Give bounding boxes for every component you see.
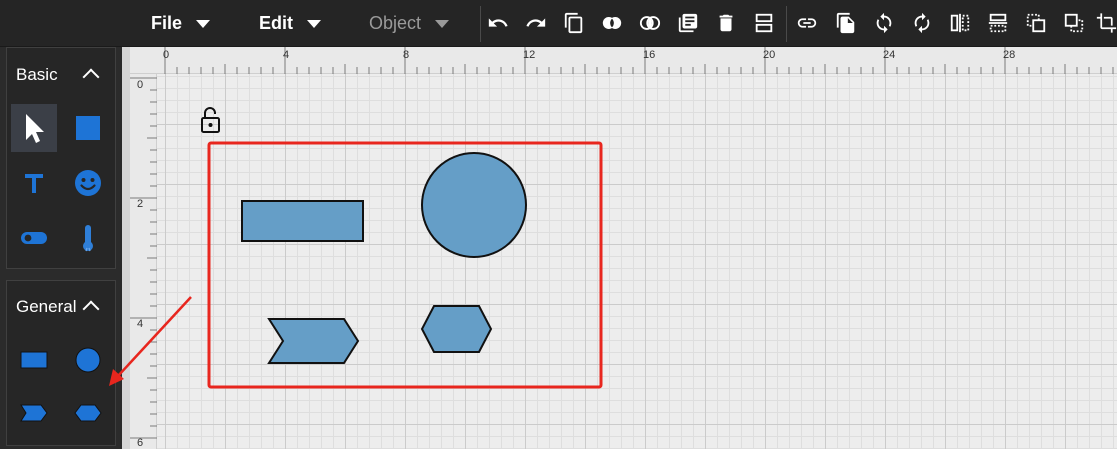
crop-button[interactable] xyxy=(1096,9,1117,37)
align-button[interactable] xyxy=(750,9,778,37)
ruler-ticks xyxy=(164,47,1114,74)
vertical-ruler: 0 2 4 6 xyxy=(130,74,157,449)
edit-menu-label: Edit xyxy=(259,13,293,33)
copy-button[interactable] xyxy=(560,9,588,37)
circle-shape-tool[interactable] xyxy=(65,336,111,384)
ruler-ticks xyxy=(130,77,157,439)
rectangle-icon xyxy=(20,351,48,369)
undo-button[interactable] xyxy=(484,9,512,37)
rotate-cw-button[interactable] xyxy=(870,9,898,37)
delete-icon xyxy=(719,14,733,32)
rectangle-shape-tool[interactable] xyxy=(11,336,57,384)
file-menu-label: File xyxy=(151,13,183,33)
chevron-up-icon[interactable] xyxy=(82,68,100,86)
toolbar-divider xyxy=(480,6,481,42)
toggle-tool[interactable] xyxy=(11,214,57,262)
ruler-label: 24 xyxy=(883,49,896,61)
chevron-shape-icon xyxy=(20,404,48,422)
link-icon xyxy=(797,18,817,28)
hexagon-icon xyxy=(74,404,102,422)
paste-button[interactable] xyxy=(674,9,702,37)
pointer-tool[interactable] xyxy=(11,104,57,152)
redo-button[interactable] xyxy=(522,9,550,37)
crop-icon xyxy=(1096,13,1117,33)
duplicate-button[interactable] xyxy=(832,9,860,37)
ruler-label: 0 xyxy=(163,49,170,61)
ruler-label: 6 xyxy=(137,437,144,449)
ruler-label: 20 xyxy=(763,49,776,61)
chevron-down-icon xyxy=(435,19,450,28)
chevron-shape-tool[interactable] xyxy=(11,389,57,437)
ruler-label: 4 xyxy=(137,318,144,330)
text-tool[interactable] xyxy=(11,159,57,207)
rotate-ccw-button[interactable] xyxy=(908,9,936,37)
undo-icon xyxy=(488,18,508,27)
text-icon xyxy=(25,174,43,193)
rectangle-tool[interactable] xyxy=(65,104,111,152)
basic-section: Basic xyxy=(6,47,116,269)
hexagon-shape-tool[interactable] xyxy=(65,389,111,437)
scrollbar-gutter xyxy=(122,47,130,449)
flip-vertical-button[interactable] xyxy=(984,9,1012,37)
align-icon xyxy=(755,13,773,33)
toolbar-divider xyxy=(786,6,787,42)
edit-menu[interactable]: Edit xyxy=(259,0,321,47)
rotate-ccw-icon xyxy=(914,12,930,34)
ruler-label: 12 xyxy=(523,49,536,61)
flip-horizontal-button[interactable] xyxy=(946,9,974,37)
delete-button[interactable] xyxy=(712,9,740,37)
ruler-label: 4 xyxy=(283,49,290,61)
ruler-label: 0 xyxy=(137,79,144,91)
bring-front-button[interactable] xyxy=(1022,9,1050,37)
ruler-label: 16 xyxy=(643,49,656,61)
send-back-button[interactable] xyxy=(1060,9,1088,37)
shape-panel: Basic General xyxy=(0,47,122,449)
send-back-icon xyxy=(1064,13,1084,33)
drawing-grid[interactable] xyxy=(157,74,1117,449)
object-menu[interactable]: Object xyxy=(369,0,450,47)
file-menu[interactable]: File xyxy=(151,0,211,47)
object-menu-label: Object xyxy=(369,13,422,33)
redo-icon xyxy=(526,18,546,27)
chevron-down-icon xyxy=(307,19,321,28)
union-icon xyxy=(602,17,622,29)
thermometer-icon xyxy=(83,225,93,252)
ruler-label: 2 xyxy=(137,198,144,210)
pointer-icon xyxy=(26,114,44,143)
ruler-label: 28 xyxy=(1003,49,1016,61)
diagram-editor: File Edit Object Basic General 0 4 8 12 … xyxy=(0,0,1117,449)
horizontal-ruler: 0 4 8 12 16 20 24 28 xyxy=(130,47,1117,74)
basic-section-title: Basic xyxy=(16,65,58,84)
smiley-icon xyxy=(75,170,101,196)
flip-vertical-icon xyxy=(988,13,1008,33)
top-toolbar: File Edit Object xyxy=(0,0,1117,47)
canvas-area: 0 4 8 12 16 20 24 28 0 2 4 6 xyxy=(122,47,1117,449)
thermometer-tool[interactable] xyxy=(65,214,111,262)
rotate-cw-icon xyxy=(876,12,892,34)
paste-icon xyxy=(678,13,698,33)
link-button[interactable] xyxy=(793,9,821,37)
emoji-tool[interactable] xyxy=(65,159,111,207)
circle-icon xyxy=(75,347,101,373)
intersect-button[interactable] xyxy=(636,9,664,37)
intersect-icon xyxy=(639,16,661,30)
chevron-down-icon xyxy=(196,19,211,28)
flip-horizontal-icon xyxy=(950,13,970,33)
toggle-icon xyxy=(21,232,47,244)
copy-icon xyxy=(564,12,583,34)
general-section: General xyxy=(6,280,116,446)
chevron-up-icon[interactable] xyxy=(82,300,100,318)
ruler-label: 8 xyxy=(403,49,410,61)
bring-front-icon xyxy=(1026,13,1046,33)
square-icon xyxy=(76,116,100,140)
duplicate-icon xyxy=(836,12,855,34)
union-button[interactable] xyxy=(598,9,626,37)
general-section-title: General xyxy=(16,297,77,316)
